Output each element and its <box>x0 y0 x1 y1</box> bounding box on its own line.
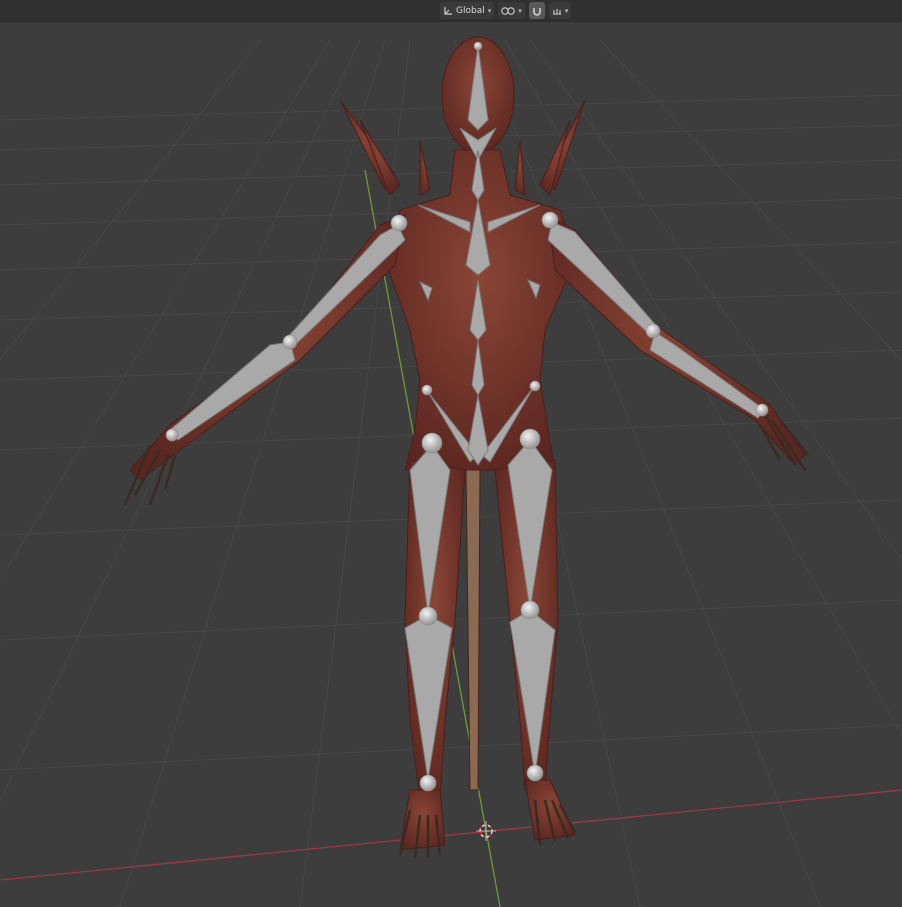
joint-shoulder-right[interactable] <box>541 211 559 229</box>
joint-elbow-right[interactable] <box>645 323 661 339</box>
pivot-point-icon <box>501 6 515 15</box>
snap-increment-icon <box>552 8 561 15</box>
chevron-down-icon: ▾ <box>518 6 522 15</box>
transform-orientation-icon <box>444 6 452 15</box>
joint-knee-left[interactable] <box>418 606 438 626</box>
chevron-down-icon: ▾ <box>487 6 492 15</box>
transform-orientation-dropdown[interactable]: Global ▾ <box>440 2 495 19</box>
snap-target-dropdown[interactable]: ▾ <box>548 2 572 19</box>
joint-head[interactable] <box>473 41 483 51</box>
joint-hip-left[interactable] <box>421 432 443 454</box>
pivot-point-dropdown[interactable]: ▾ <box>498 2 525 19</box>
joint-ankle-right[interactable] <box>526 764 544 782</box>
viewport-header: Global ▾ ▾ ▾ <box>0 0 902 22</box>
joint-knee-right[interactable] <box>520 600 540 620</box>
x-axis-line <box>0 789 902 881</box>
joint-ankle-left[interactable] <box>419 774 437 792</box>
snap-magnet-icon <box>532 7 541 16</box>
3d-viewport[interactable] <box>0 0 902 907</box>
joint-hip-small-left[interactable] <box>421 384 433 396</box>
snap-toggle[interactable] <box>528 2 545 19</box>
joint-hip-right[interactable] <box>519 428 541 450</box>
joint-shoulder-left[interactable] <box>390 214 408 232</box>
3d-cursor[interactable] <box>476 821 496 841</box>
chevron-down-icon: ▾ <box>564 6 569 15</box>
joint-wrist-left[interactable] <box>165 428 179 442</box>
header-tools: Global ▾ ▾ ▾ <box>440 2 572 19</box>
joint-hip-small-right[interactable] <box>529 380 541 392</box>
bone-upperarm-left[interactable] <box>284 224 406 346</box>
transform-orientation-label: Global <box>456 5 485 16</box>
joint-wrist-right[interactable] <box>755 403 769 417</box>
viewport-canvas[interactable] <box>0 0 902 907</box>
bone-forearm-left[interactable] <box>169 341 296 441</box>
joint-elbow-left[interactable] <box>282 334 298 350</box>
